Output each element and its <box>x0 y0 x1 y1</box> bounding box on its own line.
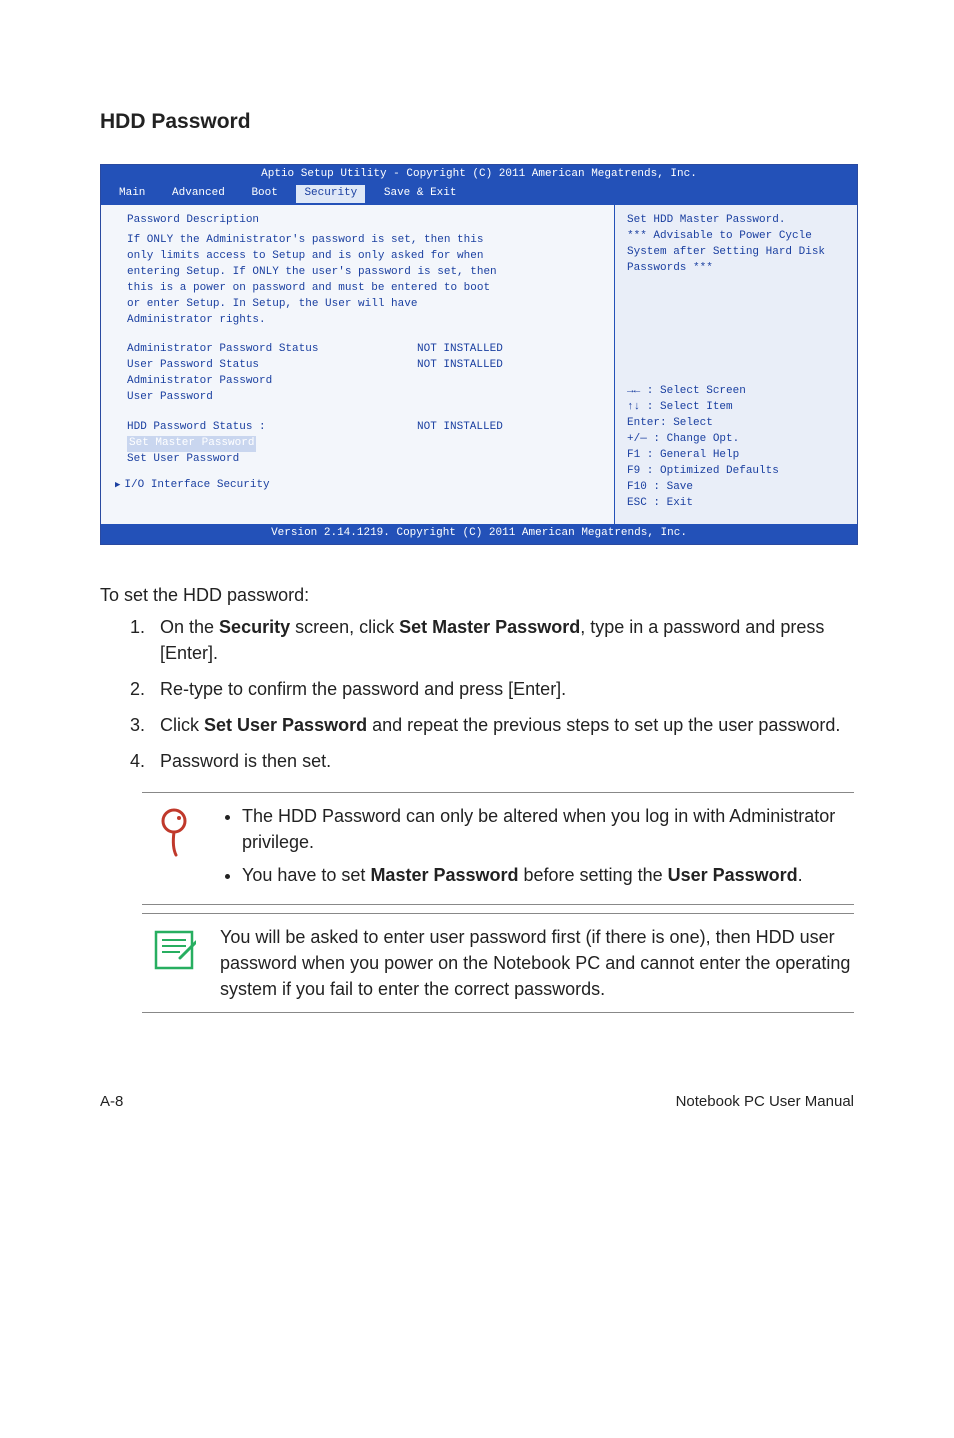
bios-help-key: ↑↓ : Select Item <box>627 400 845 416</box>
bios-tab-main[interactable]: Main <box>111 185 153 203</box>
step-3-bold: Set User Password <box>204 715 367 735</box>
bios-help-keys: →← : Select Screen ↑↓ : Select Item Ente… <box>627 384 845 512</box>
tip-item-2-text: . <box>798 865 803 885</box>
tip-item-2-bold-1: Master Password <box>370 865 518 885</box>
tip-icon <box>142 803 220 893</box>
note-text: You will be asked to enter user password… <box>220 924 854 1002</box>
bios-help-text-1: Set HDD Master Password. <box>627 213 845 229</box>
bios-tab-security[interactable]: Security <box>296 185 365 203</box>
page-title: HDD Password <box>100 110 854 134</box>
step-1-text: screen, click <box>290 617 399 637</box>
bios-hdd-status-value: NOT INSTALLED <box>417 420 503 436</box>
manual-title: Notebook PC User Manual <box>676 1093 854 1110</box>
step-1-bold-2: Set Master Password <box>399 617 580 637</box>
page-number: A-8 <box>100 1093 123 1110</box>
bios-help-key: ESC : Exit <box>627 496 845 512</box>
bios-tabs: Main Advanced Boot Security Save & Exit <box>101 185 857 205</box>
step-4: Password is then set. <box>150 748 854 774</box>
bios-set-user-password[interactable]: Set User Password <box>115 452 600 468</box>
step-1-bold-1: Security <box>219 617 290 637</box>
bios-help-text-2: *** Advisable to Power Cycle System afte… <box>627 229 845 277</box>
steps-list: On the Security screen, click Set Master… <box>100 614 854 774</box>
bios-tab-save-exit[interactable]: Save & Exit <box>376 185 465 203</box>
bios-io-interface-security[interactable]: I/O Interface Security <box>115 478 600 494</box>
step-1: On the Security screen, click Set Master… <box>150 614 854 666</box>
intro-text: To set the HDD password: <box>100 585 854 606</box>
note-icon <box>142 924 220 1002</box>
tip-item-2-text: before setting the <box>519 865 668 885</box>
bios-admin-password-link[interactable]: Administrator Password <box>115 374 600 390</box>
bios-user-password-link[interactable]: User Password <box>115 390 600 406</box>
page-footer: A-8 Notebook PC User Manual <box>100 1093 854 1110</box>
tip-block: The HDD Password can only be altered whe… <box>142 792 854 904</box>
bios-desc-body: If ONLY the Administrator's password is … <box>115 233 507 329</box>
bios-screenshot: Aptio Setup Utility - Copyright (C) 2011… <box>100 164 858 545</box>
tip-item-1: The HDD Password can only be altered whe… <box>242 803 854 855</box>
step-1-text: On the <box>160 617 219 637</box>
bios-admin-status-label: Administrator Password Status <box>127 342 417 358</box>
step-3-text: and repeat the previous steps to set up … <box>367 715 840 735</box>
bios-footer: Version 2.14.1219. Copyright (C) 2011 Am… <box>101 524 857 544</box>
note-block: You will be asked to enter user password… <box>142 913 854 1013</box>
bios-help-key: →← : Select Screen <box>627 384 845 400</box>
bios-help-key: F9 : Optimized Defaults <box>627 464 845 480</box>
bios-help-key: Enter: Select <box>627 416 845 432</box>
bios-tab-boot[interactable]: Boot <box>243 185 285 203</box>
tip-item-2-bold-2: User Password <box>668 865 798 885</box>
bios-titlebar: Aptio Setup Utility - Copyright (C) 2011… <box>101 165 857 185</box>
bios-help-key: +/— : Change Opt. <box>627 432 845 448</box>
bios-right-pane: Set HDD Master Password. *** Advisable t… <box>615 205 857 524</box>
tip-item-2-text: You have to set <box>242 865 370 885</box>
bios-set-master-password[interactable]: Set Master Password <box>127 436 256 452</box>
bios-help-key: F1 : General Help <box>627 448 845 464</box>
bios-help-key: F10 : Save <box>627 480 845 496</box>
bios-desc-title: Password Description <box>115 213 600 229</box>
bios-user-status-label: User Password Status <box>127 358 417 374</box>
bios-tab-advanced[interactable]: Advanced <box>164 185 233 203</box>
step-2: Re-type to confirm the password and pres… <box>150 676 854 702</box>
bios-hdd-status-label: HDD Password Status : <box>127 420 417 436</box>
bios-user-status-value: NOT INSTALLED <box>417 358 503 374</box>
step-3: Click Set User Password and repeat the p… <box>150 712 854 738</box>
tip-item-2: You have to set Master Password before s… <box>242 862 854 888</box>
bios-admin-status-value: NOT INSTALLED <box>417 342 503 358</box>
step-3-text: Click <box>160 715 204 735</box>
bios-left-pane: Password Description If ONLY the Adminis… <box>101 205 615 524</box>
